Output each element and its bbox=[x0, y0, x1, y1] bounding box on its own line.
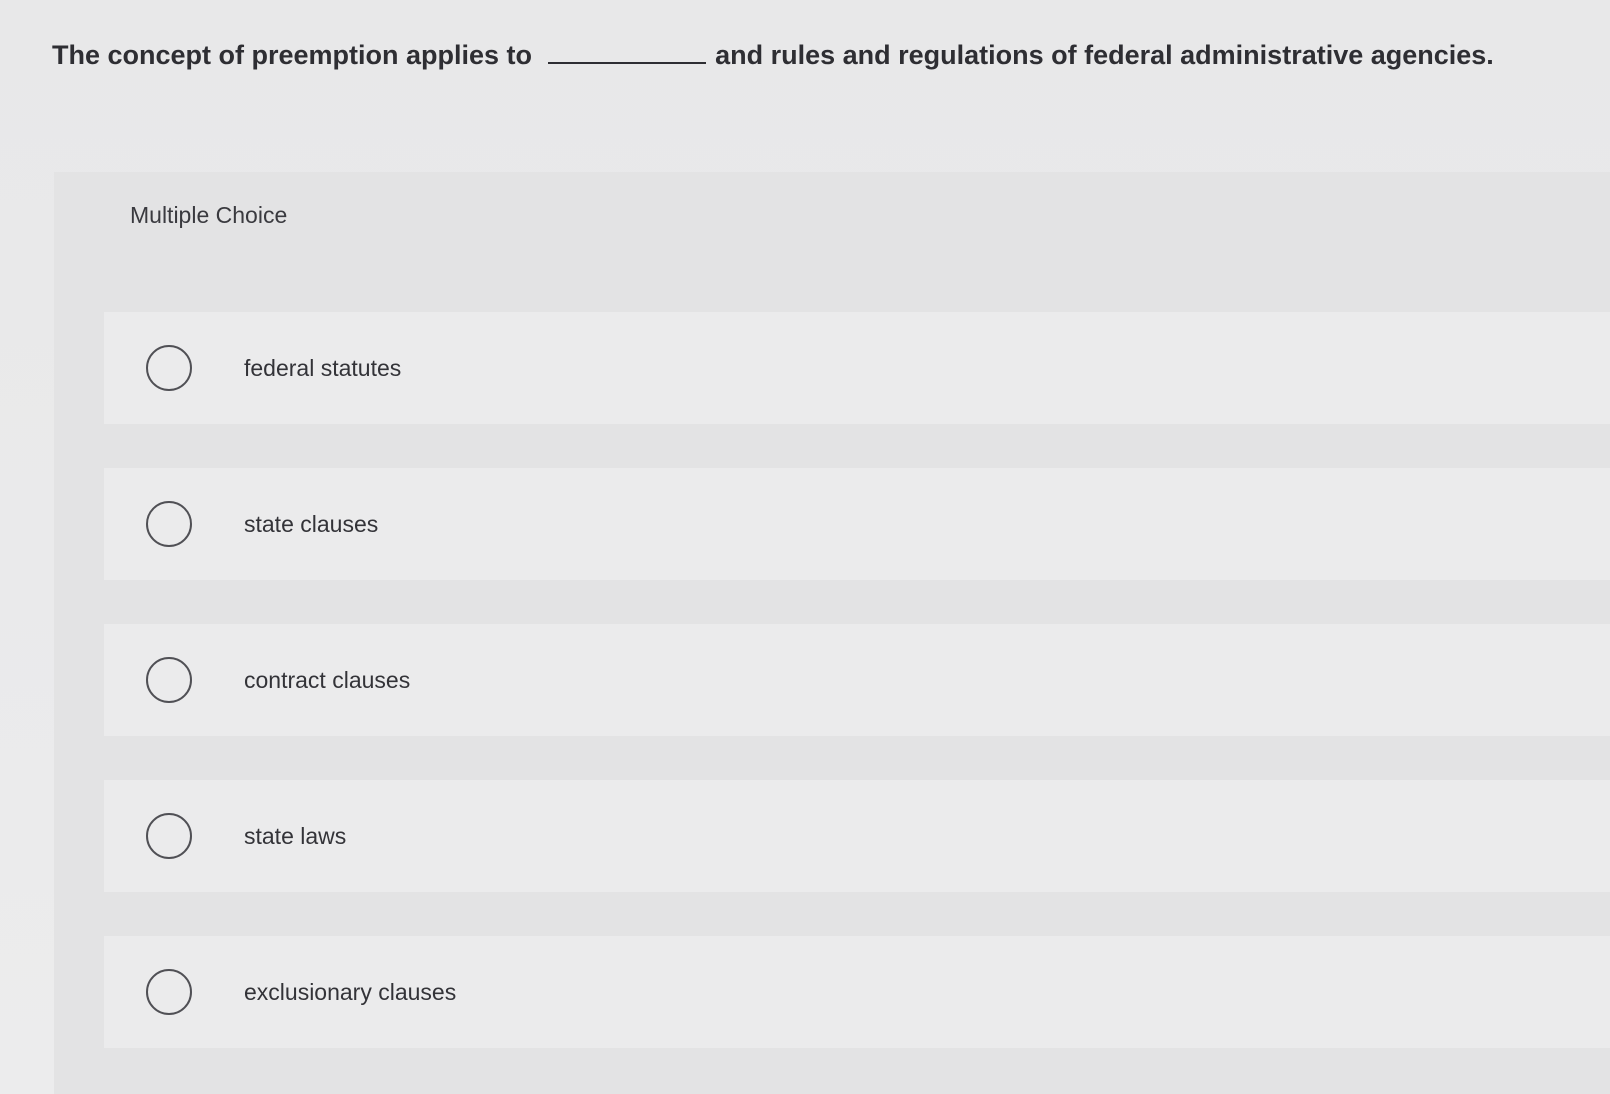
option-label: state laws bbox=[244, 822, 347, 849]
option-label: state clauses bbox=[244, 510, 379, 537]
answer-options: federal statutes state clauses contract … bbox=[104, 312, 1610, 1092]
question-text-start: The concept of preemption applies to bbox=[52, 40, 533, 70]
radio-button[interactable] bbox=[146, 345, 192, 391]
question-page: The concept of preemption applies to and… bbox=[0, 0, 1610, 1094]
option-label: federal statutes bbox=[244, 354, 402, 381]
option-exclusionary-clauses[interactable]: exclusionary clauses bbox=[104, 936, 1610, 1048]
question-prompt: The concept of preemption applies to and… bbox=[52, 40, 1582, 71]
option-federal-statutes[interactable]: federal statutes bbox=[104, 312, 1610, 424]
radio-button[interactable] bbox=[146, 969, 192, 1015]
answer-blank bbox=[547, 40, 706, 64]
option-state-clauses[interactable]: state clauses bbox=[104, 468, 1610, 580]
section-label: Multiple Choice bbox=[130, 202, 288, 228]
question-text-end: and rules and regulations of federal adm… bbox=[715, 40, 1494, 70]
option-label: contract clauses bbox=[244, 666, 411, 693]
radio-button[interactable] bbox=[146, 813, 192, 859]
option-contract-clauses[interactable]: contract clauses bbox=[104, 624, 1610, 736]
multiple-choice-panel: Multiple Choice federal statutes state c… bbox=[54, 172, 1610, 1094]
option-label: exclusionary clauses bbox=[244, 978, 457, 1005]
radio-button[interactable] bbox=[146, 501, 192, 547]
option-state-laws[interactable]: state laws bbox=[104, 780, 1610, 892]
radio-button[interactable] bbox=[146, 657, 192, 703]
